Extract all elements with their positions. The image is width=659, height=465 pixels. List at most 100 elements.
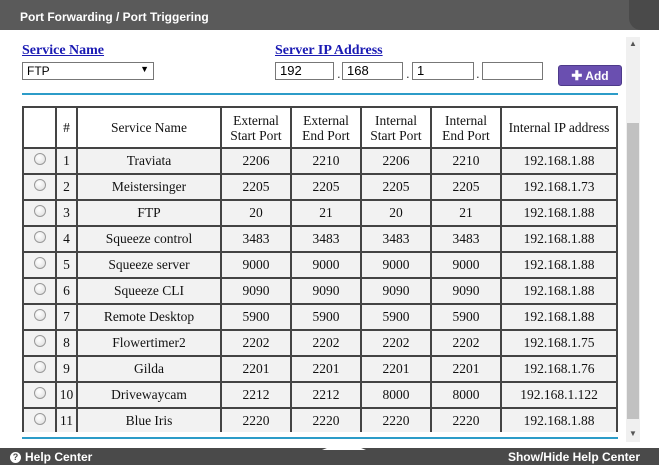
table-row[interactable]: 3 FTP 20 21 20 21 192.168.1.88 bbox=[22, 199, 618, 227]
row-internal-ip: 192.168.1.88 bbox=[500, 407, 618, 432]
row-internal-end: 2202 bbox=[430, 329, 502, 357]
row-external-end: 21 bbox=[290, 199, 362, 227]
ip-separator-2: . bbox=[406, 66, 410, 81]
row-number: 4 bbox=[55, 225, 78, 253]
table-row[interactable]: 1 Traviata 2206 2210 2206 2210 192.168.1.88 bbox=[22, 147, 618, 175]
row-select-cell[interactable] bbox=[22, 225, 57, 253]
row-select-cell[interactable] bbox=[22, 381, 57, 409]
row-service-name: FTP bbox=[76, 199, 222, 227]
row-external-end: 9090 bbox=[290, 277, 362, 305]
row-internal-end: 2210 bbox=[430, 147, 502, 175]
ip-octet-1[interactable]: 192 bbox=[275, 62, 334, 80]
row-select-radio[interactable] bbox=[33, 309, 46, 321]
col-external-start-l1: External bbox=[233, 112, 279, 128]
row-select-cell[interactable] bbox=[22, 173, 57, 201]
row-service-name: Drivewaycam bbox=[76, 381, 222, 409]
col-external-start: External Start Port bbox=[220, 106, 292, 149]
row-select-radio[interactable] bbox=[33, 335, 46, 347]
service-name-label[interactable]: Service Name bbox=[22, 43, 104, 59]
row-select-cell[interactable] bbox=[22, 147, 57, 175]
row-service-name: Blue Iris bbox=[76, 407, 222, 432]
row-internal-start: 3483 bbox=[360, 225, 432, 253]
row-number: 8 bbox=[55, 329, 78, 357]
row-select-radio[interactable] bbox=[33, 361, 46, 373]
plus-icon: ✚ bbox=[571, 67, 583, 83]
ip-octet-4[interactable] bbox=[482, 62, 543, 80]
row-internal-ip: 192.168.1.88 bbox=[500, 225, 618, 253]
title-bar-corner bbox=[629, 0, 659, 30]
row-select-cell[interactable] bbox=[22, 199, 57, 227]
scroll-up-icon[interactable]: ▲ bbox=[629, 39, 637, 48]
table-row[interactable]: 2 Meistersinger 2205 2205 2205 2205 192.168.1.… bbox=[22, 173, 618, 201]
row-external-end: 2202 bbox=[290, 329, 362, 357]
col-external-end: External End Port bbox=[290, 106, 362, 149]
row-internal-ip: 192.168.1.88 bbox=[500, 303, 618, 331]
show-hide-help-link[interactable]: Show/Hide Help Center bbox=[508, 450, 640, 464]
row-select-cell[interactable] bbox=[22, 407, 57, 432]
row-select-radio[interactable] bbox=[33, 205, 46, 217]
row-internal-start: 2206 bbox=[360, 147, 432, 175]
row-select-radio[interactable] bbox=[33, 153, 46, 165]
row-select-radio[interactable] bbox=[33, 257, 46, 269]
row-service-name: Squeeze CLI bbox=[76, 277, 222, 305]
row-select-radio[interactable] bbox=[33, 387, 46, 399]
row-select-cell[interactable] bbox=[22, 277, 57, 305]
row-external-start: 3483 bbox=[220, 225, 292, 253]
row-select-radio[interactable] bbox=[33, 179, 46, 191]
scroll-down-icon[interactable]: ▼ bbox=[629, 429, 637, 438]
row-external-start: 20 bbox=[220, 199, 292, 227]
server-ip-label[interactable]: Server IP Address bbox=[275, 43, 383, 59]
row-service-name: Squeeze server bbox=[76, 251, 222, 279]
help-icon: ? bbox=[10, 451, 21, 463]
chevron-down-icon: ▼ bbox=[140, 64, 149, 74]
table-row[interactable]: 9 Gilda 2201 2201 2201 2201 192.168.1.76 bbox=[22, 355, 618, 383]
title-bar: Port Forwarding / Port Triggering bbox=[0, 0, 659, 30]
row-number: 6 bbox=[55, 277, 78, 305]
row-internal-end: 2201 bbox=[430, 355, 502, 383]
help-center-link[interactable]: ? Help Center bbox=[10, 450, 92, 464]
row-number: 2 bbox=[55, 173, 78, 201]
row-external-end: 2220 bbox=[290, 407, 362, 432]
add-button-label: Add bbox=[585, 68, 609, 83]
add-button[interactable]: ✚ Add bbox=[558, 65, 622, 86]
col-external-end-l2: End Port bbox=[302, 127, 350, 143]
col-internal-end: Internal End Port bbox=[430, 106, 502, 149]
row-internal-ip: 192.168.1.88 bbox=[500, 251, 618, 279]
col-internal-start-l2: Start Port bbox=[370, 127, 422, 143]
ip-octet-2[interactable]: 168 bbox=[342, 62, 403, 80]
row-number: 3 bbox=[55, 199, 78, 227]
row-service-name: Flowertimer2 bbox=[76, 329, 222, 357]
row-select-radio[interactable] bbox=[33, 413, 46, 425]
table-row[interactable]: 11 Blue Iris 2220 2220 2220 2220 192.168.1.88 bbox=[22, 407, 618, 432]
ip-separator-3: . bbox=[476, 66, 480, 81]
table-row[interactable]: 6 Squeeze CLI 9090 9090 9090 9090 192.168.1.88 bbox=[22, 277, 618, 305]
table-row[interactable]: 7 Remote Desktop 5900 5900 5900 5900 192.168.1… bbox=[22, 303, 618, 331]
row-external-start: 2206 bbox=[220, 147, 292, 175]
footer-bar: ? Help Center Show/Hide Help Center bbox=[0, 441, 659, 465]
row-select-cell[interactable] bbox=[22, 303, 57, 331]
row-number: 1 bbox=[55, 147, 78, 175]
port-forwarding-table: # Service Name External Start Port Extern… bbox=[22, 106, 618, 432]
row-select-cell[interactable] bbox=[22, 355, 57, 383]
service-name-select[interactable]: FTP ▼ bbox=[22, 62, 154, 80]
row-external-end: 2201 bbox=[290, 355, 362, 383]
footer-notch bbox=[322, 441, 366, 450]
row-number: 10 bbox=[55, 381, 78, 409]
row-internal-ip: 192.168.1.75 bbox=[500, 329, 618, 357]
table-row[interactable]: 10 Drivewaycam 2212 2212 8000 8000 192.168.1.1… bbox=[22, 381, 618, 409]
row-select-radio[interactable] bbox=[33, 283, 46, 295]
row-select-cell[interactable] bbox=[22, 251, 57, 279]
row-internal-start: 9090 bbox=[360, 277, 432, 305]
col-select bbox=[22, 106, 57, 149]
table-row[interactable]: 4 Squeeze control 3483 3483 3483 3483 192.168.… bbox=[22, 225, 618, 253]
table-row[interactable]: 8 Flowertimer2 2202 2202 2202 2202 192.168.1.7… bbox=[22, 329, 618, 357]
row-select-cell[interactable] bbox=[22, 329, 57, 357]
col-internal-ip: Internal IP address bbox=[500, 106, 618, 149]
row-external-end: 3483 bbox=[290, 225, 362, 253]
ip-octet-3[interactable]: 1 bbox=[412, 62, 474, 80]
row-external-start: 9000 bbox=[220, 251, 292, 279]
scrollbar-thumb[interactable] bbox=[627, 123, 639, 419]
table-row[interactable]: 5 Squeeze server 9000 9000 9000 9000 192.168.1… bbox=[22, 251, 618, 279]
vertical-scrollbar[interactable]: ▲ ▼ bbox=[626, 37, 640, 442]
row-select-radio[interactable] bbox=[33, 231, 46, 243]
